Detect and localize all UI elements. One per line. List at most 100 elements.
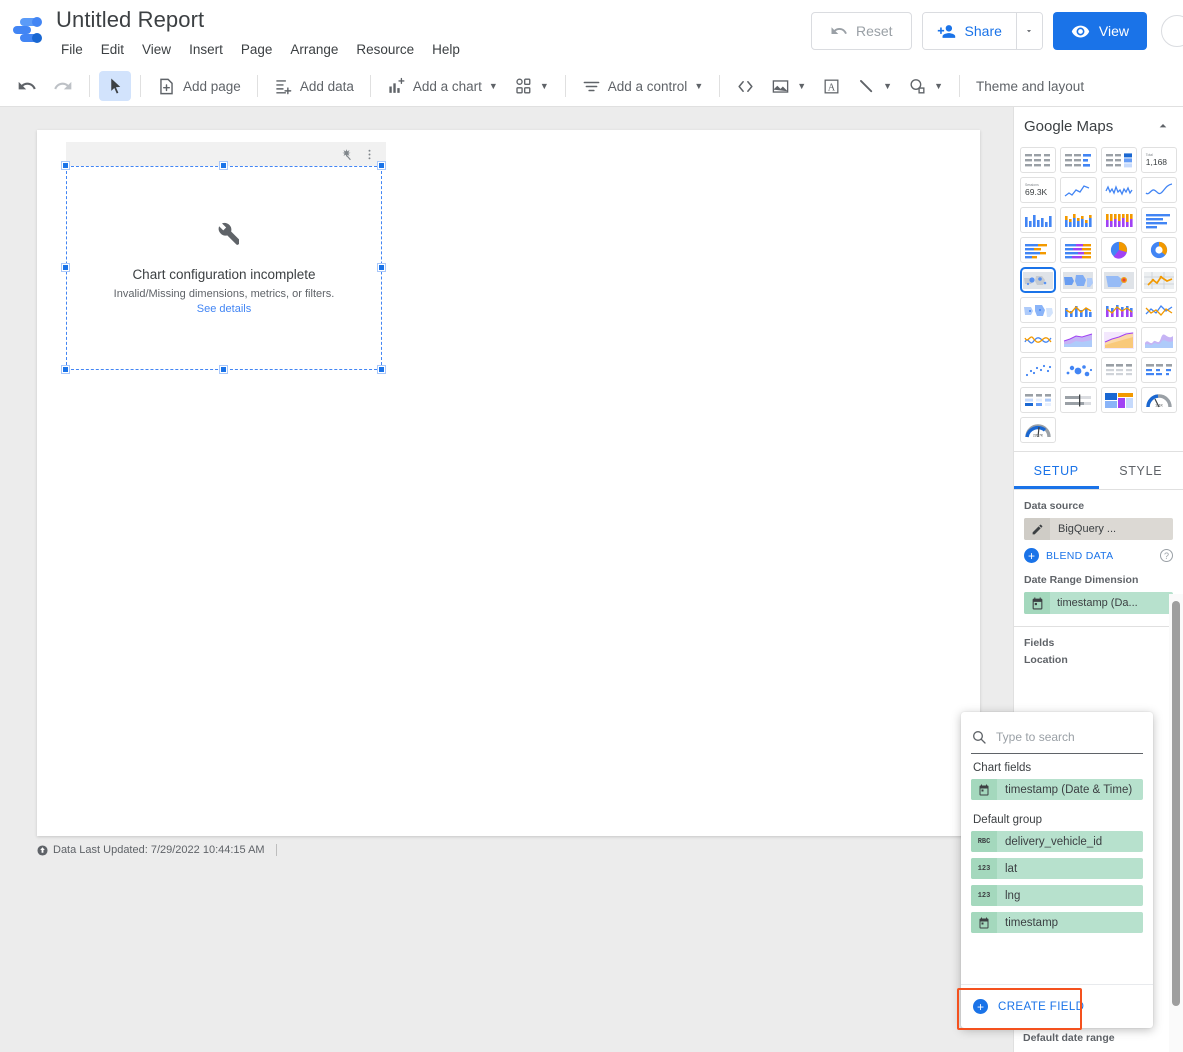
chart-type-gauge-chart-alt[interactable]: 220.7K bbox=[1020, 417, 1057, 443]
share-button[interactable]: Share bbox=[922, 13, 1016, 49]
menu-edit[interactable]: Edit bbox=[92, 37, 133, 63]
chart-type-bullet-chart[interactable] bbox=[1060, 387, 1097, 413]
chart-type-column-chart[interactable] bbox=[1020, 207, 1057, 233]
chart-type-bar-chart[interactable] bbox=[1140, 207, 1177, 233]
chart-type-smoothed-area-chart[interactable] bbox=[1140, 327, 1177, 353]
data-source-chip[interactable]: BigQuery ... bbox=[1024, 518, 1173, 540]
resize-handle-e[interactable] bbox=[378, 264, 385, 271]
refresh-circle-icon[interactable] bbox=[37, 844, 48, 856]
resize-handle-s[interactable] bbox=[220, 366, 227, 373]
chart-type-scorecard-compact[interactable]: Sessions 69.3K bbox=[1020, 177, 1057, 203]
insert-text-button[interactable]: A bbox=[815, 71, 848, 101]
redo-button[interactable] bbox=[46, 71, 80, 101]
magic-wand-icon[interactable] bbox=[340, 148, 353, 161]
insert-shape-button[interactable]: ▼ bbox=[901, 71, 950, 101]
chart-type-smoothed-time-series[interactable] bbox=[1140, 177, 1177, 203]
view-button[interactable]: View bbox=[1052, 12, 1147, 50]
chart-type-google-maps-lines-map[interactable] bbox=[1140, 267, 1177, 293]
chart-type-geo-chart[interactable] bbox=[1020, 297, 1057, 323]
panel-scrollbar-thumb[interactable] bbox=[1172, 601, 1180, 1006]
add-page-button[interactable]: Add page bbox=[150, 71, 248, 101]
chart-type-stacked-column-chart[interactable] bbox=[1060, 207, 1097, 233]
chevron-up-icon[interactable] bbox=[1155, 118, 1171, 134]
chart-type-table-with-bars[interactable] bbox=[1060, 147, 1097, 173]
user-avatar[interactable] bbox=[1161, 15, 1183, 47]
add-data-button[interactable]: Add data bbox=[267, 71, 361, 101]
add-chart-button[interactable]: Add a chart ▼ bbox=[380, 71, 505, 101]
insert-image-button[interactable]: ▼ bbox=[764, 71, 813, 101]
more-vert-icon[interactable] bbox=[363, 148, 376, 161]
menu-arrange[interactable]: Arrange bbox=[281, 37, 347, 63]
field-option-lng[interactable]: 123 lng bbox=[971, 885, 1143, 906]
resize-handle-sw[interactable] bbox=[62, 366, 69, 373]
chart-type-100-stacked-column-chart[interactable] bbox=[1100, 207, 1137, 233]
menu-file[interactable]: File bbox=[52, 37, 92, 63]
chart-type-google-maps-filled-map[interactable] bbox=[1060, 267, 1097, 293]
help-icon[interactable]: ? bbox=[1160, 549, 1173, 562]
chart-type-pivot-table-with-bars[interactable] bbox=[1140, 357, 1177, 383]
chart-type-google-maps-bubble-map[interactable] bbox=[1020, 267, 1057, 293]
resize-handle-ne[interactable] bbox=[378, 162, 385, 169]
theme-and-layout-button[interactable]: Theme and layout bbox=[969, 71, 1091, 101]
date-range-dimension-chip[interactable]: timestamp (Da... bbox=[1024, 592, 1173, 614]
chart-type-stacked-bar-chart[interactable] bbox=[1020, 237, 1057, 263]
field-option-delivery-vehicle-id[interactable]: RBC delivery_vehicle_id bbox=[971, 831, 1143, 852]
report-canvas[interactable]: Chart configuration incomplete Invalid/M… bbox=[0, 107, 1013, 1052]
search-input[interactable]: Type to search bbox=[996, 730, 1075, 744]
field-option-timestamp[interactable]: timestamp bbox=[971, 912, 1143, 933]
reset-button[interactable]: Reset bbox=[810, 12, 912, 50]
menu-view[interactable]: View bbox=[133, 37, 180, 63]
chart-type-area-chart[interactable] bbox=[1060, 327, 1097, 353]
insert-line-button[interactable]: ▼ bbox=[850, 71, 899, 101]
chart-type-combo-chart[interactable] bbox=[1060, 297, 1097, 323]
create-field-button[interactable]: + CREATE FIELD bbox=[961, 984, 1153, 1028]
field-option-lat[interactable]: 123 lat bbox=[971, 858, 1143, 879]
calendar-icon bbox=[971, 912, 997, 933]
chart-type-smoothed-line-chart[interactable] bbox=[1020, 327, 1057, 353]
field-option-timestamp-date-time[interactable]: timestamp (Date & Time) bbox=[971, 779, 1143, 800]
chart-type-bubble-chart[interactable] bbox=[1060, 357, 1097, 383]
chart-type-scorecard[interactable]: Total 1,168 bbox=[1140, 147, 1177, 173]
resize-handle-w[interactable] bbox=[62, 264, 69, 271]
chart-type-google-maps-heatmap[interactable] bbox=[1100, 267, 1137, 293]
tab-setup[interactable]: SETUP bbox=[1014, 452, 1099, 489]
menu-resource[interactable]: Resource bbox=[347, 37, 423, 63]
resize-handle-nw[interactable] bbox=[62, 162, 69, 169]
menu-page[interactable]: Page bbox=[232, 37, 282, 63]
chart-type-sparkline[interactable] bbox=[1100, 177, 1137, 203]
embed-code-button[interactable] bbox=[729, 71, 762, 101]
add-control-button[interactable]: Add a control ▼ bbox=[575, 71, 710, 101]
report-page[interactable]: Chart configuration incomplete Invalid/M… bbox=[37, 130, 980, 836]
chart-type-pivot-table-with-heatmap[interactable] bbox=[1020, 387, 1057, 413]
community-visualization-button[interactable]: ▼ bbox=[507, 71, 556, 101]
share-dropdown-button[interactable] bbox=[1015, 13, 1042, 49]
chart-type-100-stacked-bar-chart[interactable] bbox=[1060, 237, 1097, 263]
chart-type-table-with-heatmap[interactable] bbox=[1100, 147, 1137, 173]
chart-type-stacked-area-chart[interactable] bbox=[1100, 327, 1137, 353]
chart-type-pivot-table[interactable] bbox=[1100, 357, 1137, 383]
field-search-row[interactable]: Type to search bbox=[971, 720, 1143, 754]
chart-type-scatter-chart[interactable] bbox=[1020, 357, 1057, 383]
page-title[interactable]: Untitled Report bbox=[52, 6, 208, 34]
chart-type-table[interactable] bbox=[1020, 147, 1057, 173]
chart-widget[interactable]: Chart configuration incomplete Invalid/M… bbox=[62, 142, 386, 373]
pencil-icon[interactable] bbox=[1024, 518, 1050, 540]
undo-button[interactable] bbox=[10, 71, 44, 101]
chart-type-treemap[interactable] bbox=[1100, 387, 1137, 413]
blend-data-button[interactable]: + BLEND DATA ? bbox=[1024, 548, 1173, 563]
chart-type-donut-chart[interactable] bbox=[1140, 237, 1177, 263]
resize-handle-se[interactable] bbox=[378, 366, 385, 373]
chart-type-pie-chart[interactable] bbox=[1100, 237, 1137, 263]
resize-handle-n[interactable] bbox=[220, 162, 227, 169]
select-tool-button[interactable] bbox=[99, 71, 131, 101]
tab-style[interactable]: STYLE bbox=[1099, 452, 1183, 489]
chart-type-stacked-combo-chart[interactable] bbox=[1100, 297, 1137, 323]
chart-type-line-chart[interactable] bbox=[1140, 297, 1177, 323]
see-details-link[interactable]: See details bbox=[197, 303, 251, 315]
menu-insert[interactable]: Insert bbox=[180, 37, 232, 63]
chart-type-picker-header[interactable]: Google Maps bbox=[1014, 107, 1183, 145]
chart-placeholder[interactable]: Chart configuration incomplete Invalid/M… bbox=[66, 166, 382, 370]
chart-type-time-series[interactable] bbox=[1060, 177, 1097, 203]
menu-help[interactable]: Help bbox=[423, 37, 469, 63]
chart-type-gauge-chart[interactable]: 111K bbox=[1140, 387, 1177, 413]
